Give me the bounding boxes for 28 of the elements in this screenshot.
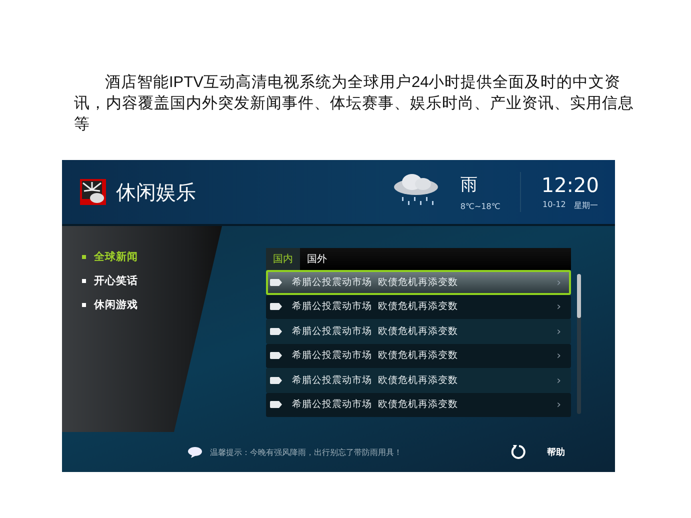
tip-text: 温馨提示：今晚有强风降雨，出行别忘了带防雨用具！ (210, 446, 403, 458)
tag-icon (270, 303, 282, 310)
news-row[interactable]: 希腊公投震动市场 欧债危机再添变数 › (266, 368, 571, 392)
intro-paragraph: 酒店智能IPTV互动高清电视系统为全球用户24小时提供全面及时的中文资讯，内容覆盖国内外突发新闻事件、体坛赛事、娱乐时尚、产业资讯、实用信息等 (74, 73, 634, 135)
news-row[interactable]: 希腊公投震动市场 欧债危机再添变数 › (266, 392, 571, 417)
tab[interactable]: 国外 (300, 248, 334, 270)
tag-icon (270, 401, 282, 408)
weather-condition: 雨 (460, 174, 478, 196)
speech-bubble-icon (188, 446, 202, 458)
tag-icon (270, 328, 282, 335)
news-row[interactable]: 希腊公投震动市场 欧债危机再添变数 › (266, 270, 571, 294)
sidebar-item[interactable]: 休闲游戏 (82, 298, 222, 312)
help-button[interactable]: 帮助 (547, 446, 565, 458)
tab[interactable]: 国内 (266, 248, 300, 270)
clock-time: 12:20 (541, 173, 599, 197)
refresh-icon (511, 444, 527, 460)
clock-weekday: 星期一 (574, 200, 598, 211)
news-row[interactable]: 希腊公投震动市场 欧债危机再添变数 › (266, 319, 571, 344)
news-row[interactable]: 希腊公投震动市场 欧债危机再添变数 › (266, 344, 571, 368)
news-row[interactable]: 希腊公投震动市场 欧债危机再添变数 › (266, 294, 571, 319)
clock-date: 10-12 (542, 200, 566, 211)
screen-title: 休闲娱乐 (116, 178, 196, 206)
temperature-range: 8℃~18℃ (460, 202, 500, 211)
sidebar-item[interactable]: 全球新闻 (82, 250, 222, 264)
tag-icon (270, 278, 282, 286)
sidebar-item[interactable]: 开心笑话 (82, 274, 222, 288)
tag-icon (270, 376, 282, 384)
tag-icon (270, 352, 282, 360)
